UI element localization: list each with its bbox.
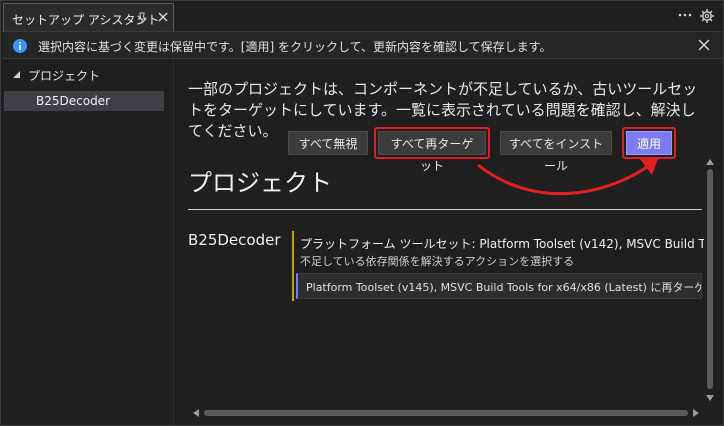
setup-assistant-window: セットアップ アシスタント 選択内容に基づく変更は保留中です。[適用] をクリッ… [0, 0, 724, 426]
action-select[interactable]: Platform Toolset (v145), MSVC Build Tool… [296, 273, 702, 299]
sidebar-root-label: プロジェクト [28, 69, 101, 83]
scroll-up-icon[interactable] [706, 159, 714, 165]
triangle-down-icon[interactable] [12, 70, 22, 80]
project-name: B25Decoder [188, 231, 281, 249]
annotation-box-retarget [374, 127, 490, 159]
section-heading: プロジェクト [188, 169, 332, 197]
toolset-title: プラットフォーム ツールセット: Platform Toolset (v142)… [300, 237, 704, 251]
sidebar-item-b25decoder[interactable]: B25Decoder [4, 91, 164, 111]
scroll-down-icon[interactable] [706, 395, 714, 401]
close-icon[interactable] [698, 39, 710, 51]
info-bar: 選択内容に基づく変更は保留中です。[適用] をクリックして、更新内容を確認して保… [2, 31, 723, 59]
main-panel: 一部のプロジェクトは、コンポーネントが不足しているか、古いツールセットをターゲッ… [174, 59, 723, 425]
tab-strip: セットアップ アシスタント [1, 1, 723, 31]
project-sidebar: プロジェクト B25Decoder [2, 59, 172, 425]
pin-icon[interactable] [136, 12, 148, 24]
scroll-left-icon[interactable] [193, 409, 199, 417]
sidebar-item-label: B25Decoder [36, 94, 110, 108]
divider [188, 209, 702, 210]
horizontal-scrollbar[interactable] [190, 407, 704, 419]
vertical-scroll-thumb[interactable] [707, 169, 713, 389]
info-icon [13, 39, 27, 53]
vertical-scrollbar[interactable] [704, 155, 716, 407]
action-select-value: Platform Toolset (v145), MSVC Build Tool… [306, 281, 702, 294]
horizontal-scroll-thumb[interactable] [204, 410, 688, 416]
close-icon[interactable] [156, 10, 170, 24]
info-message: 選択内容に基づく変更は保留中です。[適用] をクリックして、更新内容を確認して保… [38, 40, 552, 54]
scroll-right-icon[interactable] [693, 409, 699, 417]
ignore-all-button[interactable]: すべて無視 [288, 131, 368, 155]
tab-setup-assistant[interactable]: セットアップ アシスタント [3, 3, 174, 31]
annotation-arrow [477, 159, 658, 196]
gear-icon[interactable] [699, 8, 715, 24]
more-icon[interactable] [677, 8, 693, 22]
action-hint: 不足している依存関係を解決するアクションを選択する [300, 255, 575, 268]
